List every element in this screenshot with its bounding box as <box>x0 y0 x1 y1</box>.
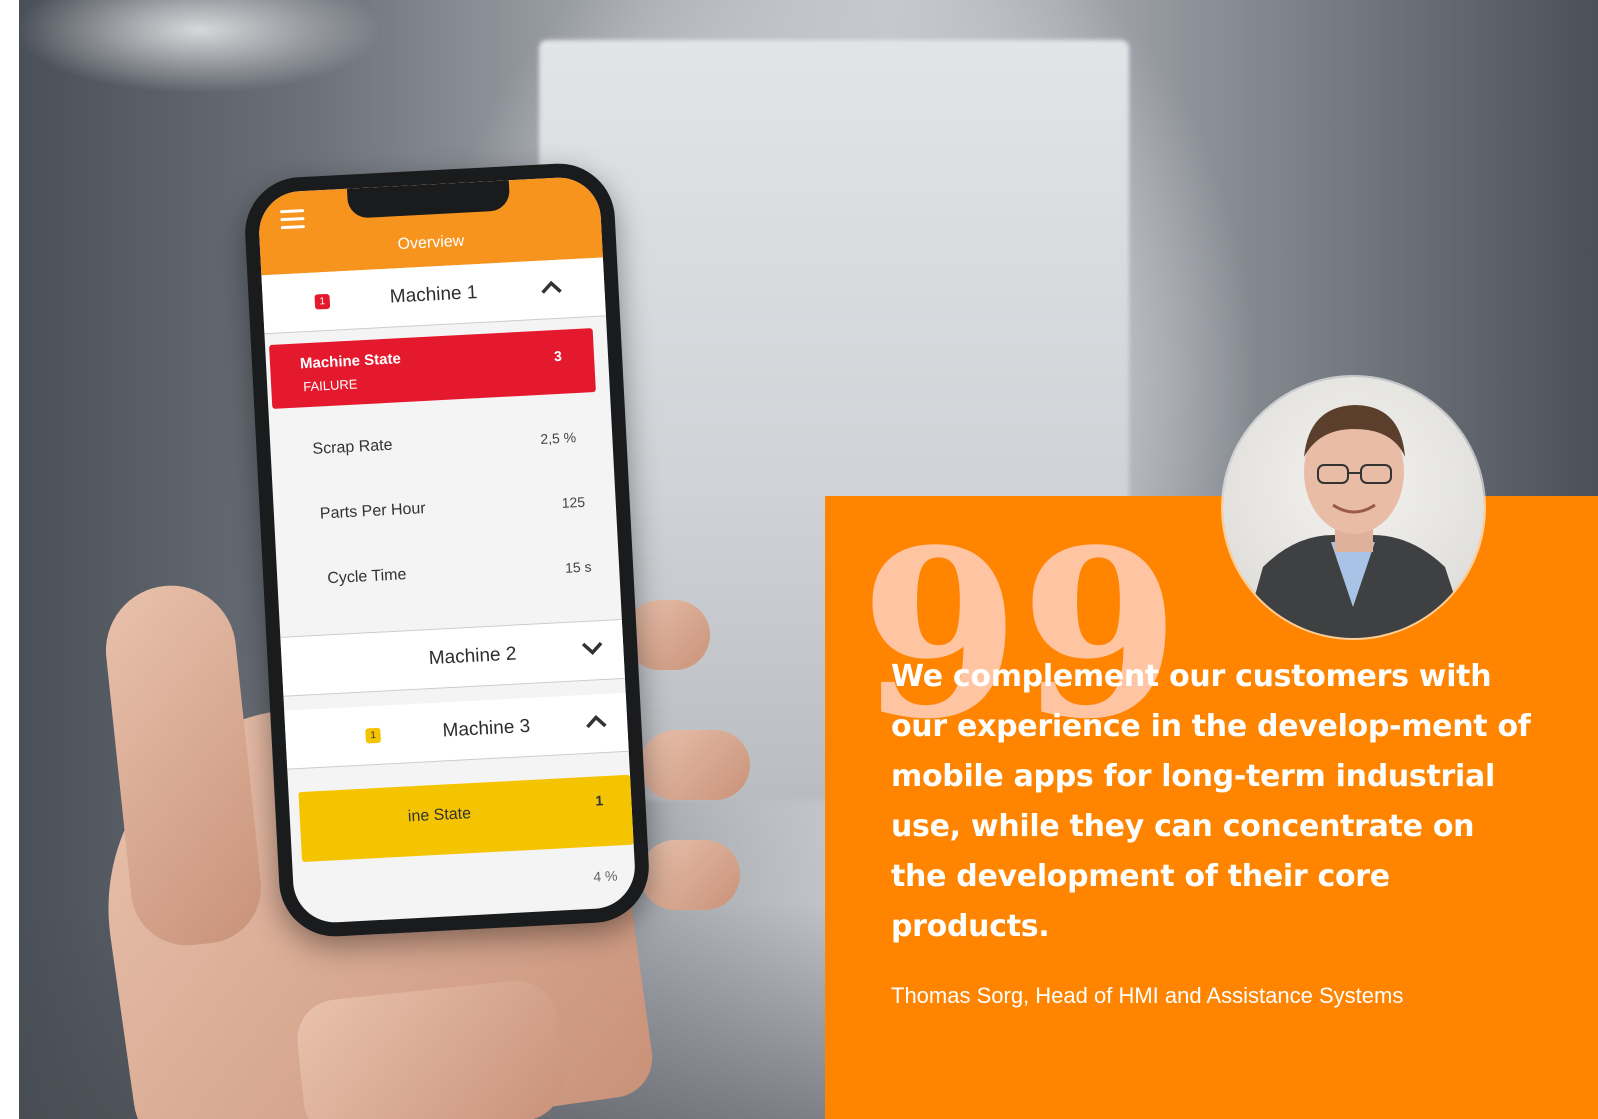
menu-icon[interactable] <box>279 209 305 230</box>
phone-screen: Overview 1 Machine 1 Machine State FAILU… <box>257 175 637 925</box>
metric-row: Parts Per Hour 125 <box>273 480 617 538</box>
machine-2-header[interactable]: Machine 2 <box>280 618 625 697</box>
portrait-photo <box>1223 377 1484 638</box>
smartphone: Overview 1 Machine 1 Machine State FAILU… <box>242 160 652 940</box>
chevron-down-icon[interactable] <box>581 641 604 656</box>
machine-state-label: ine State <box>407 805 472 826</box>
quote-attribution: Thomas Sorg, Head of HMI and Assistance … <box>891 983 1404 1008</box>
machine-state-count: 1 <box>594 792 604 809</box>
chevron-up-icon[interactable] <box>585 714 608 729</box>
metric-label: Scrap Rate <box>312 436 393 458</box>
hand-finger <box>640 840 740 910</box>
person-portrait-icon <box>1243 405 1468 638</box>
machine-3-state-card[interactable]: ine State 1 <box>298 774 634 863</box>
metric-value: 125 <box>561 493 586 511</box>
metric-label: Parts Per Hour <box>319 500 427 523</box>
metric-row: Cycle Time 15 s <box>276 545 620 603</box>
hand-finger <box>640 730 750 800</box>
machine-1-state-card[interactable]: Machine State FAILURE 3 <box>269 328 596 409</box>
metric-value: 15 s <box>564 558 592 576</box>
machine-state-value: FAILURE <box>302 376 358 395</box>
machine-state-count: 3 <box>553 347 563 365</box>
metric-label: Cycle Time <box>326 566 407 588</box>
app-title: Overview <box>397 232 465 254</box>
metric-value: 4 % <box>592 867 618 885</box>
hero-image: Overview 1 Machine 1 Machine State FAILU… <box>0 0 1598 1119</box>
quote-text: We complement our customers with our exp… <box>891 659 1531 944</box>
metric-value: 2,5 % <box>539 429 577 447</box>
metric-row: Scrap Rate 2,5 % <box>270 415 614 473</box>
chevron-up-icon[interactable] <box>540 280 563 295</box>
machine-3-header[interactable]: 1 Machine 3 <box>284 692 629 770</box>
machine-state-label: Machine State <box>299 350 402 373</box>
